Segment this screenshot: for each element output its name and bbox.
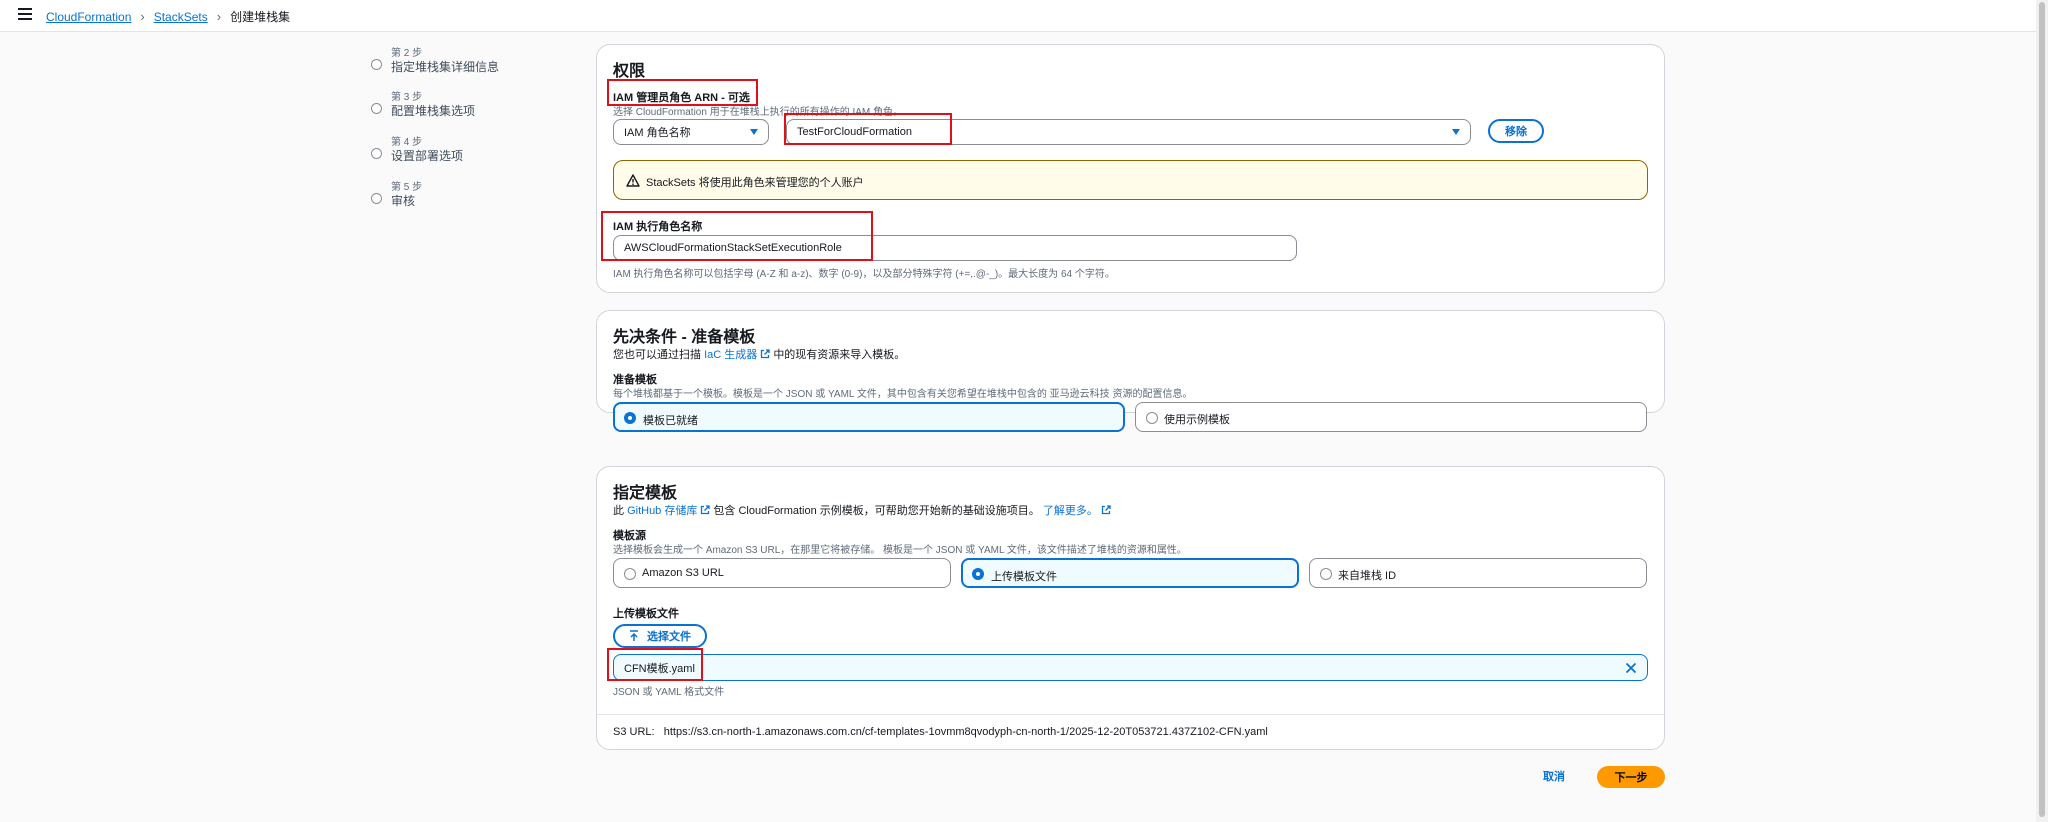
vertical-scrollbar[interactable]	[2036, 0, 2048, 822]
admin-role-description: 选择 CloudFormation 用于在堆栈上执行的所有操作的 IAM 角色。	[613, 107, 904, 118]
step-number: 第 5 步	[391, 182, 423, 193]
exec-role-input[interactable]: AWSCloudFormationStackSetExecutionRole	[613, 235, 1297, 261]
permissions-card: 权限 IAM 管理员角色 ARN - 可选 选择 CloudFormation …	[596, 44, 1665, 293]
external-link-icon	[701, 505, 711, 515]
step-circle-icon	[371, 148, 382, 159]
exec-role-value: AWSCloudFormationStackSetExecutionRole	[624, 242, 842, 254]
exec-role-label: IAM 执行角色名称	[613, 221, 703, 233]
role-type-value: IAM 角色名称	[624, 127, 691, 139]
step-number: 第 3 步	[391, 92, 423, 103]
divider	[597, 714, 1664, 715]
step-name[interactable]: 审核	[391, 192, 415, 209]
option-label: 模板已就绪	[643, 415, 698, 427]
external-link-icon	[1101, 505, 1111, 515]
chevron-right-icon: ›	[140, 9, 145, 24]
iac-generator-link[interactable]: IaC 生成器	[704, 349, 757, 361]
option-label: 来自堆栈 ID	[1338, 570, 1397, 582]
step-circle-icon	[371, 59, 382, 70]
caret-down-icon	[750, 129, 758, 135]
exec-role-description: IAM 执行角色名称可以包括字母 (A-Z 和 a-z)、数字 (0-9)，以及…	[613, 269, 1115, 280]
learn-more-link[interactable]: 了解更多。	[1043, 505, 1098, 517]
remove-button[interactable]: 移除	[1488, 119, 1544, 143]
intro-text: 包含 CloudFormation 示例模板，可帮助您开始新的基础设施项目。	[713, 505, 1040, 517]
step-name[interactable]: 设置部署选项	[391, 147, 463, 164]
scrollbar-thumb[interactable]	[2039, 2, 2045, 817]
warning-icon	[626, 174, 640, 187]
step-name[interactable]: 指定堆栈集详细信息	[391, 58, 499, 75]
upload-template-label: 上传模板文件	[613, 608, 679, 620]
radio-icon	[1320, 568, 1332, 580]
step-name[interactable]: 配置堆栈集选项	[391, 102, 475, 119]
option-label: Amazon S3 URL	[642, 567, 724, 579]
permissions-title: 权限	[613, 63, 646, 80]
source-stack-id[interactable]: 来自堆栈 ID	[1309, 558, 1647, 588]
prerequisite-card: 先决条件 - 准备模板 您也可以通过扫描 IaC 生成器 中的现有资源来导入模板…	[596, 310, 1665, 413]
top-navigation-bar: CloudFormation › StackSets › 创建堆栈集	[0, 0, 2036, 32]
source-upload-file[interactable]: 上传模板文件	[961, 558, 1299, 588]
option-label: 上传模板文件	[991, 571, 1057, 583]
caret-down-icon	[1452, 129, 1460, 135]
uploaded-file-token: CFN模板.yaml	[613, 654, 1648, 681]
intro-text: 中的现有资源来导入模板。	[773, 349, 906, 361]
menu-icon[interactable]	[18, 8, 32, 20]
close-icon[interactable]	[1625, 662, 1637, 674]
intro-text: 此	[613, 505, 624, 517]
specify-template-intro: 此 GitHub 存储库 包含 CloudFormation 示例模板，可帮助您…	[613, 502, 1111, 518]
prerequisite-title: 先决条件 - 准备模板	[613, 329, 756, 346]
option-sample-template[interactable]: 使用示例模板	[1135, 402, 1647, 432]
step-circle-icon	[371, 193, 382, 204]
specify-template-card: 指定模板 此 GitHub 存储库 包含 CloudFormation 示例模板…	[596, 466, 1665, 750]
chevron-right-icon: ›	[216, 9, 222, 24]
radio-icon	[1146, 412, 1158, 424]
s3-url-label: S3 URL:	[613, 726, 655, 738]
option-template-ready[interactable]: 模板已就绪	[613, 402, 1125, 432]
step-circle-icon	[371, 103, 382, 114]
file-format-hint: JSON 或 YAML 格式文件	[613, 687, 725, 698]
s3-url-value: https://s3.cn-north-1.amazonaws.com.cn/c…	[663, 726, 1268, 738]
choose-file-label: 选择文件	[647, 631, 691, 643]
step-number: 第 4 步	[391, 137, 423, 148]
uploaded-file-name: CFN模板.yaml	[624, 662, 695, 675]
radio-selected-icon	[624, 412, 636, 424]
external-link-icon	[761, 349, 770, 359]
intro-text: 您也可以通过扫描	[613, 349, 701, 361]
warning-text: StackSets 将使用此角色来管理您的个人账户	[646, 177, 864, 189]
breadcrumb-stacksets[interactable]: StackSets	[154, 10, 208, 24]
next-button[interactable]: 下一步	[1597, 766, 1665, 788]
role-name-value: TestForCloudFormation	[797, 126, 912, 138]
prepare-template-description: 每个堆栈都基于一个模板。模板是一个 JSON 或 YAML 文件，其中包含有关您…	[613, 389, 1193, 400]
prerequisite-intro: 您也可以通过扫描 IaC 生成器 中的现有资源来导入模板。	[613, 346, 905, 362]
cancel-button[interactable]: 取消	[1543, 768, 1565, 784]
s3-url-row: S3 URL: https://s3.cn-north-1.amazonaws.…	[613, 726, 1268, 738]
option-label: 使用示例模板	[1164, 414, 1230, 426]
source-s3-url[interactable]: Amazon S3 URL	[613, 558, 951, 588]
step-number: 第 2 步	[391, 48, 423, 59]
breadcrumb-cloudformation[interactable]: CloudFormation	[46, 10, 131, 24]
radio-selected-icon	[972, 568, 984, 580]
warning-alert: StackSets 将使用此角色来管理您的个人账户	[613, 160, 1648, 200]
breadcrumb-current: 创建堆栈集	[230, 10, 291, 24]
upload-icon	[630, 630, 638, 641]
role-name-select[interactable]: TestForCloudFormation	[786, 119, 1471, 145]
github-repo-link[interactable]: GitHub 存储库	[627, 505, 697, 517]
breadcrumb: CloudFormation › StackSets › 创建堆栈集	[46, 8, 290, 25]
choose-file-button[interactable]: 选择文件	[613, 624, 707, 648]
template-source-description: 选择模板会生成一个 Amazon S3 URL，在那里它将被存储。 模板是一个 …	[613, 545, 1187, 556]
radio-icon	[624, 568, 636, 580]
specify-template-title: 指定模板	[613, 485, 678, 502]
role-type-select[interactable]: IAM 角色名称	[613, 119, 769, 145]
